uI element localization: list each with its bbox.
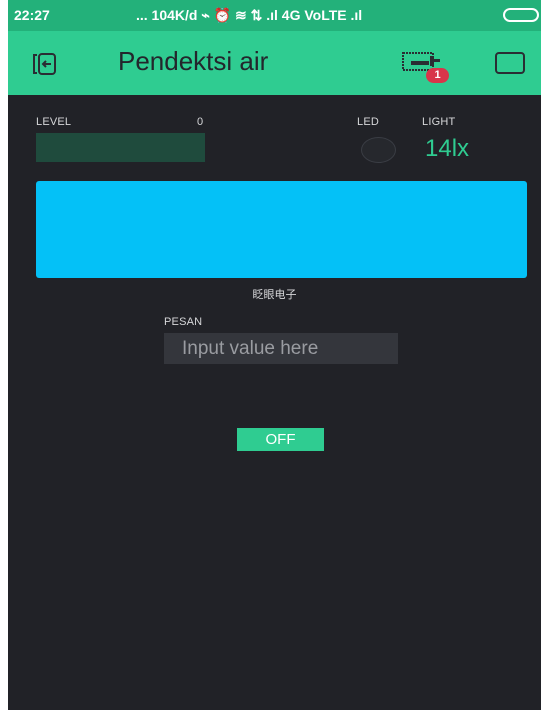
- back-button[interactable]: [32, 51, 58, 77]
- battery-icon: [503, 8, 539, 22]
- level-value: 0: [197, 116, 204, 128]
- pesan-label: PESAN: [164, 316, 203, 328]
- app-screen: 22:27 ... 104K/d ⌁ ⏰ ≋ ⇅ .ıl 4G VoLTE .ı…: [8, 0, 541, 710]
- level-label: LEVEL: [36, 116, 72, 128]
- status-bar: 22:27 ... 104K/d ⌁ ⏰ ≋ ⇅ .ıl 4G VoLTE .ı…: [8, 0, 541, 31]
- led-indicator: [361, 137, 396, 163]
- light-label: LIGHT: [422, 116, 456, 128]
- status-time: 22:27: [14, 7, 50, 23]
- exit-icon: [33, 53, 56, 75]
- color-panel-caption: 眨眼电子: [252, 289, 297, 301]
- notification-badge: 1: [426, 68, 449, 83]
- device-button[interactable]: 1: [402, 50, 456, 84]
- light-value: 14lx: [425, 135, 470, 162]
- stop-button[interactable]: [495, 52, 525, 74]
- status-indicators: ... 104K/d ⌁ ⏰ ≋ ⇅ .ıl 4G VoLTE .ıl: [136, 7, 363, 23]
- led-label: LED: [357, 116, 379, 128]
- switch-button[interactable]: OFF: [237, 428, 324, 451]
- color-panel[interactable]: [36, 181, 527, 278]
- app-bar: Pendektsi air 1: [8, 31, 541, 95]
- pesan-input[interactable]: [164, 333, 398, 364]
- level-bar: [36, 133, 205, 162]
- page-title: Pendektsi air: [118, 46, 269, 76]
